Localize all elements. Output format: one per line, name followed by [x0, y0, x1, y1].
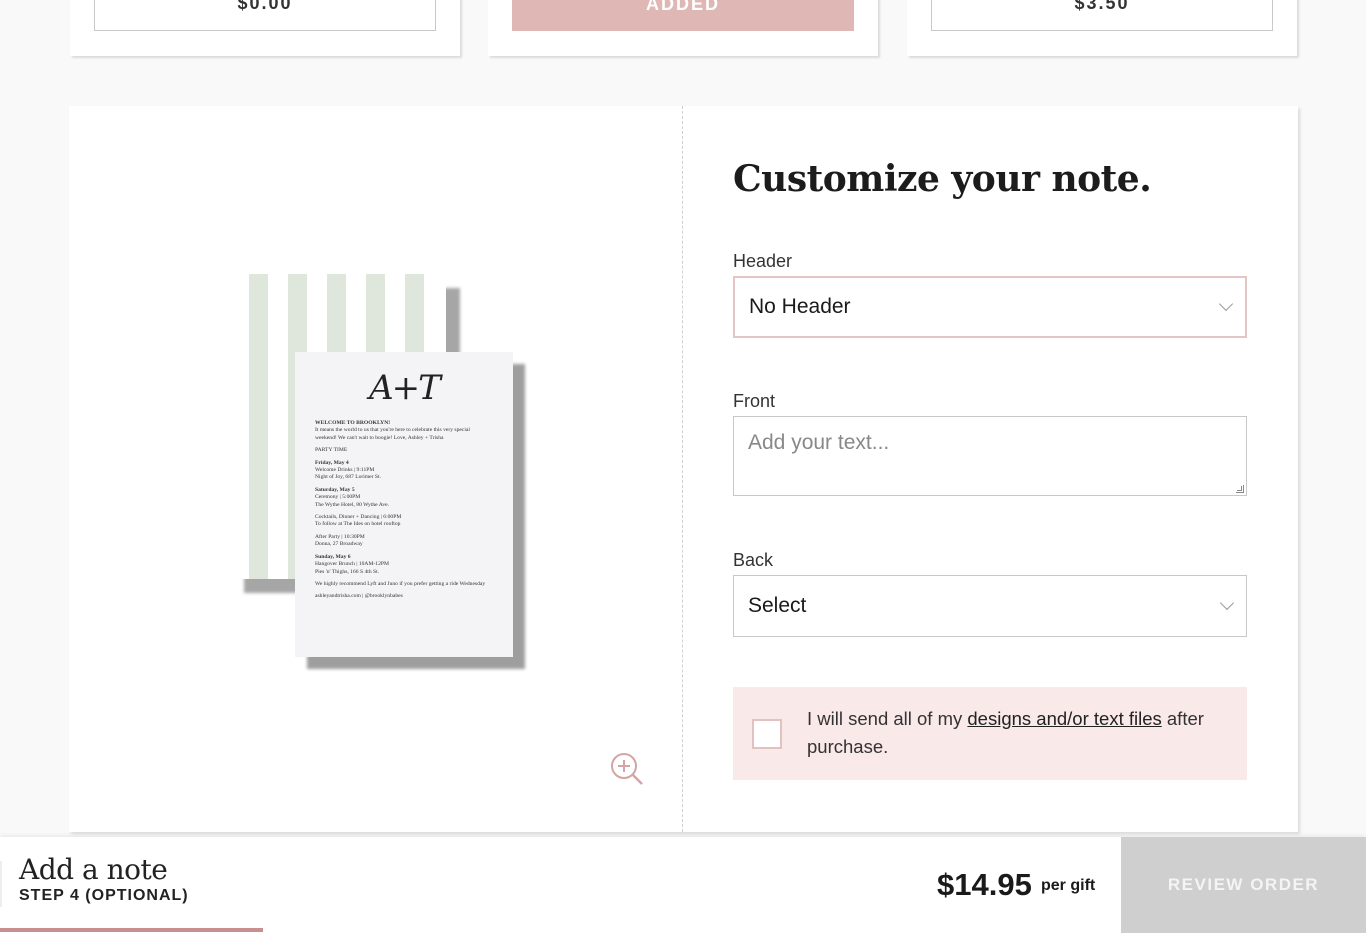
back-label: Back	[733, 550, 774, 570]
product-price: $0.00	[94, 0, 436, 31]
per-gift-label: per gift	[1041, 877, 1096, 894]
send-files-notice: I will send all of my designs and/or tex…	[733, 687, 1247, 780]
invitation-line: weekend! We can't wait to boogie! Love, …	[315, 434, 444, 441]
invitation-line: Welcome Drinks | 9:11PM	[315, 467, 375, 474]
header-select[interactable]: No Header	[733, 276, 1247, 338]
send-files-text: I will send all of my designs and/or tex…	[807, 705, 1217, 761]
invitation-line: After Party | 10:30PM	[315, 533, 365, 540]
product-price: $3.50	[931, 0, 1273, 31]
header-select-value: No Header	[749, 295, 851, 318]
invitation-line: Donna, 27 Broadway	[315, 541, 363, 548]
send-files-checkbox[interactable]	[752, 719, 782, 749]
step-subtitle: STEP 4 (OPTIONAL)	[19, 887, 189, 904]
invitation-line: The Wythe Hotel, 80 Wythe Ave.	[315, 501, 390, 508]
product-card-3: $3.50	[907, 0, 1297, 56]
invitation-text: WELCOME TO BROOKLYN! It means the world t…	[315, 420, 493, 601]
monogram: A+T	[369, 368, 441, 408]
note-card-front-preview: A+T WELCOME TO BROOKLYN! It means the wor…	[295, 352, 513, 657]
added-button[interactable]: ADDED	[512, 0, 854, 31]
invitation-line: Pies 'n' Thighs, 166 S 4th St.	[315, 568, 380, 575]
invitation-line: Cocktails, Dinner + Dancing | 6:00PM	[315, 514, 402, 521]
invitation-line: Friday, May 4	[315, 459, 349, 466]
product-card-2: ADDED	[488, 0, 878, 56]
invitation-line: Night of Joy, 687 Lorimer St.	[315, 474, 381, 481]
customize-note-panel: A+T WELCOME TO BROOKLYN! It means the wor…	[69, 106, 1298, 832]
invitation-line: Saturday, May 5	[315, 486, 355, 493]
front-label: Front	[733, 391, 776, 411]
invitation-line: It means the world to us that you're her…	[315, 427, 470, 434]
product-card-1: $0.00	[70, 0, 460, 56]
invitation-line: Sunday, May 6	[315, 553, 351, 560]
back-select-value: Select	[748, 594, 807, 617]
notice-text-start: I will send all of my	[807, 708, 968, 729]
chevron-down-icon	[1218, 296, 1234, 312]
invitation-line: Hangover Brunch | 10AM-12PM	[315, 561, 389, 568]
form-title: Customize your note.	[733, 158, 1152, 200]
step-progress-fill	[0, 928, 263, 932]
review-order-button[interactable]: REVIEW ORDER	[1121, 837, 1366, 933]
zoom-in-icon[interactable]	[609, 751, 645, 787]
step-title: Add a note	[19, 853, 168, 886]
step-progress	[0, 928, 1121, 932]
invitation-line: WELCOME TO BROOKLYN!	[315, 420, 391, 426]
invitation-line: To follow at The Ides on hotel rooftop	[315, 521, 401, 528]
gift-price: $14.95	[937, 867, 1032, 902]
invitation-line: Ceremony | 5:00PM	[315, 494, 361, 501]
panel-divider	[682, 106, 683, 832]
header-label: Header	[733, 251, 793, 271]
invitation-line: ashleyandtrisha.com | @brooklynbabes	[315, 593, 403, 600]
front-text-input[interactable]: Add your text...	[733, 416, 1247, 496]
chevron-down-icon	[1219, 595, 1235, 611]
back-select[interactable]: Select	[733, 575, 1247, 637]
checkout-footer: Add a note STEP 4 (OPTIONAL) $14.95 per …	[0, 837, 1366, 933]
footer-accent	[0, 861, 2, 907]
invitation-line: We highly recommend Lyft and Juno if you…	[315, 580, 486, 587]
designs-files-link[interactable]: designs and/or text files	[967, 708, 1161, 729]
front-placeholder: Add your text...	[748, 431, 890, 454]
invitation-line: PARTY TIME	[315, 447, 348, 454]
resize-handle-icon[interactable]	[1236, 485, 1244, 493]
